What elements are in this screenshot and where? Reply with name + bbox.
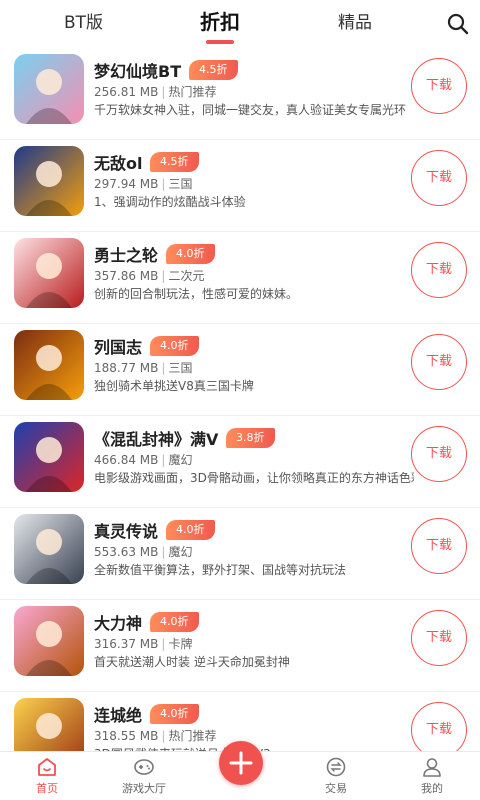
gamepad-icon	[134, 759, 154, 775]
download-button[interactable]: 下载	[411, 58, 467, 114]
download-button[interactable]: 下载	[411, 518, 467, 574]
discount-badge: 4.0折	[166, 520, 215, 540]
game-meta: 318.55 MB | 热门推荐	[94, 727, 216, 744]
game-meta: 466.84 MB | 魔幻	[94, 451, 192, 468]
nav-game-hall-label: 游戏大厅	[122, 782, 166, 795]
trade-icon	[326, 757, 346, 777]
game-name[interactable]: 无敌ol	[94, 150, 142, 174]
game-category: 热门推荐	[168, 729, 217, 743]
home-icon	[38, 758, 56, 776]
meta-separator: |	[161, 361, 166, 375]
nav-home[interactable]: 首页	[7, 756, 87, 796]
game-category: 卡牌	[168, 637, 193, 651]
game-description: 1、强调动作的炫酷战斗体验	[94, 195, 246, 209]
meta-separator: |	[161, 637, 166, 651]
game-category: 三国	[168, 361, 193, 375]
game-description: 全新数值平衡算法，野外打架、国战等对抗玩法	[94, 563, 347, 577]
game-name[interactable]: 勇士之轮	[94, 242, 158, 266]
meta-separator: |	[161, 453, 166, 467]
game-icon[interactable]	[14, 422, 84, 492]
game-row[interactable]: 梦幻仙境BT 4.5折 256.81 MB | 热门推荐 千万软妹女神入驻，同城一键…	[0, 48, 480, 140]
discount-badge: 3.8折	[226, 428, 275, 448]
meta-separator: |	[161, 269, 166, 283]
game-size: 553.63 MB	[94, 545, 159, 559]
game-name[interactable]: 真灵传说	[94, 518, 158, 542]
search-icon[interactable]	[446, 12, 470, 36]
game-meta: 316.37 MB | 卡牌	[94, 635, 192, 652]
meta-separator: |	[161, 729, 166, 743]
download-button[interactable]: 下载	[411, 242, 467, 298]
meta-separator: |	[161, 85, 166, 99]
game-description: 首天就送潮人时装 逆斗天命加冕封神	[94, 655, 290, 669]
game-size: 466.84 MB	[94, 453, 159, 467]
nav-trade-label: 交易	[325, 782, 347, 795]
game-name[interactable]: 连城绝	[94, 702, 142, 726]
game-row[interactable]: 《混乱封神》满V 3.8折 466.84 MB | 魔幻 电影级游戏画面，3D骨骼动…	[0, 416, 480, 508]
game-name[interactable]: 梦幻仙境BT	[94, 58, 181, 82]
game-size: 256.81 MB	[94, 85, 159, 99]
game-icon[interactable]	[14, 146, 84, 216]
tab-bt[interactable]: BT版	[64, 8, 103, 33]
download-button[interactable]: 下载	[411, 702, 467, 751]
game-description: 电影级游戏画面，3D骨骼动画，让你领略真正的东方神话色彩	[94, 471, 414, 485]
game-meta: 297.94 MB | 三国	[94, 175, 192, 192]
game-description: 独创骑术单挑送V8真三国卡牌	[94, 379, 254, 393]
download-button[interactable]: 下载	[411, 610, 467, 666]
download-button[interactable]: 下载	[411, 150, 467, 206]
nav-mine[interactable]: 我的	[392, 756, 472, 796]
game-name[interactable]: 大力神	[94, 610, 142, 634]
discount-badge: 4.0折	[150, 612, 199, 632]
game-category: 三国	[168, 177, 193, 191]
game-size: 297.94 MB	[94, 177, 159, 191]
game-name[interactable]: 列国志	[94, 334, 142, 358]
user-icon	[423, 758, 441, 777]
download-button[interactable]: 下载	[411, 426, 467, 482]
tab-discount[interactable]: 折扣	[200, 6, 240, 35]
game-category: 魔幻	[168, 453, 193, 467]
game-icon[interactable]	[14, 698, 84, 751]
nav-mine-label: 我的	[421, 782, 443, 795]
active-tab-indicator	[206, 40, 234, 44]
nav-trade[interactable]: 交易	[296, 756, 376, 796]
game-description: 创新的回合制玩法，性感可爱的妹妹。	[94, 287, 299, 301]
game-icon[interactable]	[14, 330, 84, 400]
game-list: 梦幻仙境BT 4.5折 256.81 MB | 热门推荐 千万软妹女神入驻，同城一键…	[0, 48, 480, 751]
game-icon[interactable]	[14, 238, 84, 308]
game-size: 316.37 MB	[94, 637, 159, 651]
game-row[interactable]: 真灵传说 4.0折 553.63 MB | 魔幻 全新数值平衡算法，野外打架、国战等…	[0, 508, 480, 600]
game-meta: 553.63 MB | 魔幻	[94, 543, 192, 560]
discount-badge: 4.0折	[150, 704, 199, 724]
game-icon[interactable]	[14, 514, 84, 584]
discount-badge: 4.0折	[166, 244, 215, 264]
meta-separator: |	[161, 177, 166, 191]
publish-button[interactable]	[219, 741, 263, 785]
game-meta: 357.86 MB | 二次元	[94, 267, 204, 284]
discount-badge: 4.0折	[150, 336, 199, 356]
plus-icon	[229, 751, 253, 775]
meta-separator: |	[161, 545, 166, 559]
download-button[interactable]: 下载	[411, 334, 467, 390]
game-size: 318.55 MB	[94, 729, 159, 743]
game-row[interactable]: 列国志 4.0折 188.77 MB | 三国 独创骑术单挑送V8真三国卡牌 下载	[0, 324, 480, 416]
game-row[interactable]: 无敌ol 4.5折 297.94 MB | 三国 1、强调动作的炫酷战斗体验 下载	[0, 140, 480, 232]
top-tab-bar: BT版 折扣 精品	[0, 0, 480, 48]
nav-game-hall[interactable]: 游戏大厅	[104, 756, 184, 796]
discount-badge: 4.5折	[150, 152, 199, 172]
game-name[interactable]: 《混乱封神》满V	[94, 426, 218, 450]
game-size: 357.86 MB	[94, 269, 159, 283]
game-meta: 188.77 MB | 三国	[94, 359, 192, 376]
nav-home-label: 首页	[36, 782, 58, 795]
discount-badge: 4.5折	[189, 60, 238, 80]
game-category: 热门推荐	[168, 85, 217, 99]
game-category: 二次元	[168, 269, 205, 283]
game-category: 魔幻	[168, 545, 193, 559]
game-meta: 256.81 MB | 热门推荐	[94, 83, 216, 100]
game-row[interactable]: 勇士之轮 4.0折 357.86 MB | 二次元 创新的回合制玩法，性感可爱的妹妹…	[0, 232, 480, 324]
tab-premium[interactable]: 精品	[338, 8, 372, 33]
game-description: 千万软妹女神入驻，同城一键交友，真人验证美女专属光环	[94, 103, 407, 117]
game-row[interactable]: 大力神 4.0折 316.37 MB | 卡牌 首天就送潮人时装 逆斗天命加冕封神 …	[0, 600, 480, 692]
game-icon[interactable]	[14, 606, 84, 676]
game-icon[interactable]	[14, 54, 84, 124]
game-size: 188.77 MB	[94, 361, 159, 375]
